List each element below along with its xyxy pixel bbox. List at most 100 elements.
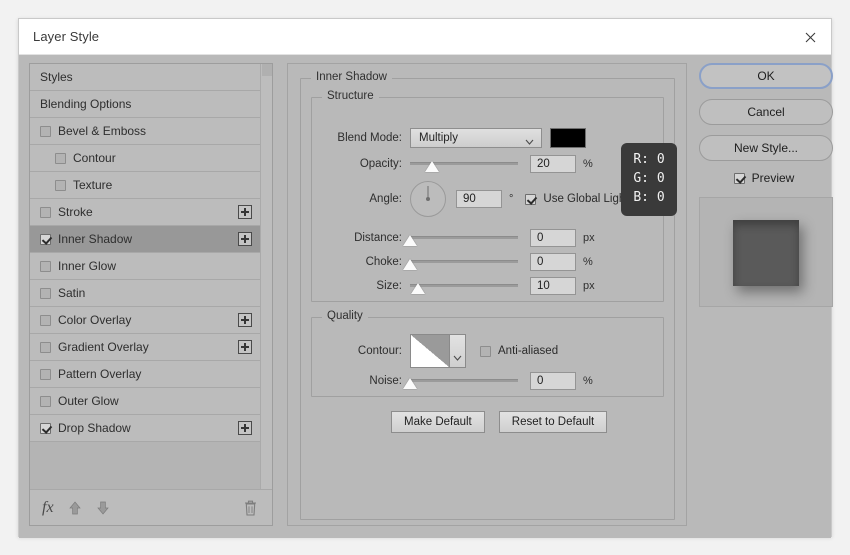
styles-list[interactable]: Styles Blending Options Bevel & Emboss Cont… (30, 64, 260, 489)
contour-swatch[interactable] (410, 334, 450, 368)
effect-enable-checkbox[interactable] (40, 206, 51, 218)
contour-picker[interactable] (410, 334, 466, 368)
size-slider-thumb[interactable] (410, 283, 425, 294)
effect-enable-checkbox[interactable] (40, 260, 51, 272)
choke-label: Choke: (365, 256, 402, 268)
distance-slider[interactable] (403, 230, 518, 246)
opacity-slider-thumb[interactable] (424, 161, 439, 172)
opacity-input[interactable]: 20 (530, 155, 576, 173)
dialog-titlebar: Layer Style (19, 19, 831, 55)
preview-checkbox[interactable]: Preview (699, 171, 829, 185)
effect-enable-checkbox[interactable] (40, 125, 51, 137)
sidebar-item-gradient-overlay[interactable]: Gradient Overlay (30, 334, 260, 361)
size-input[interactable]: 10 (530, 277, 576, 295)
arrow-down-icon[interactable] (96, 500, 110, 516)
distance-input[interactable]: 0 (530, 229, 576, 247)
sidebar-item-label: Stroke (58, 205, 93, 219)
sidebar-item-inner-glow[interactable]: Inner Glow (30, 253, 260, 280)
blend-mode-select[interactable]: Multiply (410, 128, 542, 148)
add-effect-icon[interactable] (238, 205, 252, 219)
sidebar-item-label: Gradient Overlay (58, 340, 149, 354)
sidebar-item-contour[interactable]: Contour (30, 145, 260, 172)
angle-input[interactable]: 90 (456, 190, 502, 208)
sidebar-item-label: Satin (58, 286, 86, 300)
make-default-button[interactable]: Make Default (391, 411, 485, 433)
blend-mode-row: Blend Mode: Multiply (324, 128, 586, 148)
distance-slider-thumb[interactable] (403, 235, 417, 246)
sidebar-item-label: Blending Options (40, 97, 132, 111)
opacity-slider[interactable] (410, 156, 518, 172)
rgb-color-tooltip: R: 0 G: 0 B: 0 (621, 143, 677, 216)
effect-enable-checkbox[interactable] (40, 368, 51, 380)
sidebar-item-inner-shadow[interactable]: Inner Shadow (30, 226, 260, 253)
sidebar-item-label: Styles (40, 70, 73, 84)
layer-style-dialog: Layer Style Styles Blending Options Bevel … (18, 18, 833, 538)
effect-enable-checkbox[interactable] (40, 422, 51, 434)
rgb-r-value: R: 0 (633, 152, 665, 168)
effect-enable-checkbox[interactable] (55, 152, 66, 164)
ok-button[interactable]: OK (699, 63, 833, 89)
noise-slider[interactable] (403, 373, 518, 389)
add-effect-icon[interactable] (238, 421, 252, 435)
fx-icon[interactable]: fx (42, 499, 54, 516)
add-effect-icon[interactable] (238, 340, 252, 354)
shadow-color-swatch[interactable] (550, 128, 586, 148)
contour-row: Contour: Anti-aliased (324, 334, 558, 368)
sidebar-item-label: Color Overlay (58, 313, 132, 327)
effect-enable-checkbox[interactable] (40, 314, 51, 326)
arrow-up-icon[interactable] (68, 500, 82, 516)
angle-dial-hub (426, 197, 430, 201)
scrollbar-thumb[interactable] (262, 64, 272, 76)
close-icon[interactable] (799, 27, 821, 47)
use-global-light-checkbox[interactable]: Use Global Light (525, 193, 628, 205)
effect-enable-checkbox[interactable] (40, 395, 51, 407)
dialog-actions-panel: OK Cancel New Style... Preview (699, 63, 833, 307)
add-effect-icon[interactable] (238, 313, 252, 327)
anti-aliased-checkbox[interactable]: Anti-aliased (480, 345, 558, 357)
effect-enable-checkbox[interactable] (40, 287, 51, 299)
sidebar-item-texture[interactable]: Texture (30, 172, 260, 199)
opacity-unit: % (583, 158, 593, 170)
sidebar-item-satin[interactable]: Satin (30, 280, 260, 307)
noise-slider-thumb[interactable] (403, 378, 417, 389)
contour-dropdown-button[interactable] (450, 334, 466, 368)
styles-footer: fx (30, 489, 272, 525)
sidebar-item-stroke[interactable]: Stroke (30, 199, 260, 226)
sidebar-item-label: Contour (73, 151, 116, 165)
trash-icon[interactable] (243, 499, 258, 517)
choke-slider-thumb[interactable] (403, 259, 417, 270)
rgb-b-value: B: 0 (633, 189, 665, 205)
choke-input[interactable]: 0 (530, 253, 576, 271)
sidebar-item-blending-options[interactable]: Blending Options (30, 91, 260, 118)
choke-slider[interactable] (403, 254, 518, 270)
style-preview (699, 197, 833, 307)
noise-input[interactable]: 0 (530, 372, 576, 390)
effect-enable-checkbox[interactable] (55, 179, 66, 191)
angle-row: Angle: 90 ° Use Global Light (324, 181, 628, 217)
size-slider[interactable] (410, 278, 518, 294)
sidebar-item-bevel-emboss[interactable]: Bevel & Emboss (30, 118, 260, 145)
anti-aliased-check-icon (480, 345, 491, 357)
inner-shadow-group: Inner Shadow Structure Blend Mode: Multi… (300, 71, 675, 520)
choke-slider-track (410, 260, 518, 263)
sidebar-item-styles[interactable]: Styles (30, 64, 260, 91)
screen: Layer Style Styles Blending Options Bevel … (0, 0, 850, 555)
reset-to-default-button[interactable]: Reset to Default (498, 411, 608, 433)
effect-enable-checkbox[interactable] (40, 341, 51, 353)
sidebar-item-pattern-overlay[interactable]: Pattern Overlay (30, 361, 260, 388)
sidebar-item-label: Inner Glow (58, 259, 117, 273)
sidebar-item-outer-glow[interactable]: Outer Glow (30, 388, 260, 415)
styles-list-scrollbar[interactable] (260, 64, 272, 489)
add-effect-icon[interactable] (238, 232, 252, 246)
rgb-g-value: G: 0 (633, 171, 665, 187)
choke-unit: % (583, 256, 593, 268)
angle-label: Angle: (369, 193, 402, 205)
sidebar-item-color-overlay[interactable]: Color Overlay (30, 307, 260, 334)
effect-enable-checkbox[interactable] (40, 233, 51, 245)
sidebar-item-drop-shadow[interactable]: Drop Shadow (30, 415, 260, 442)
angle-dial[interactable] (410, 181, 446, 217)
new-style-button[interactable]: New Style... (699, 135, 833, 161)
cancel-button[interactable]: Cancel (699, 99, 833, 125)
structure-group-title: Structure (322, 90, 379, 102)
dialog-title: Layer Style (33, 29, 100, 44)
